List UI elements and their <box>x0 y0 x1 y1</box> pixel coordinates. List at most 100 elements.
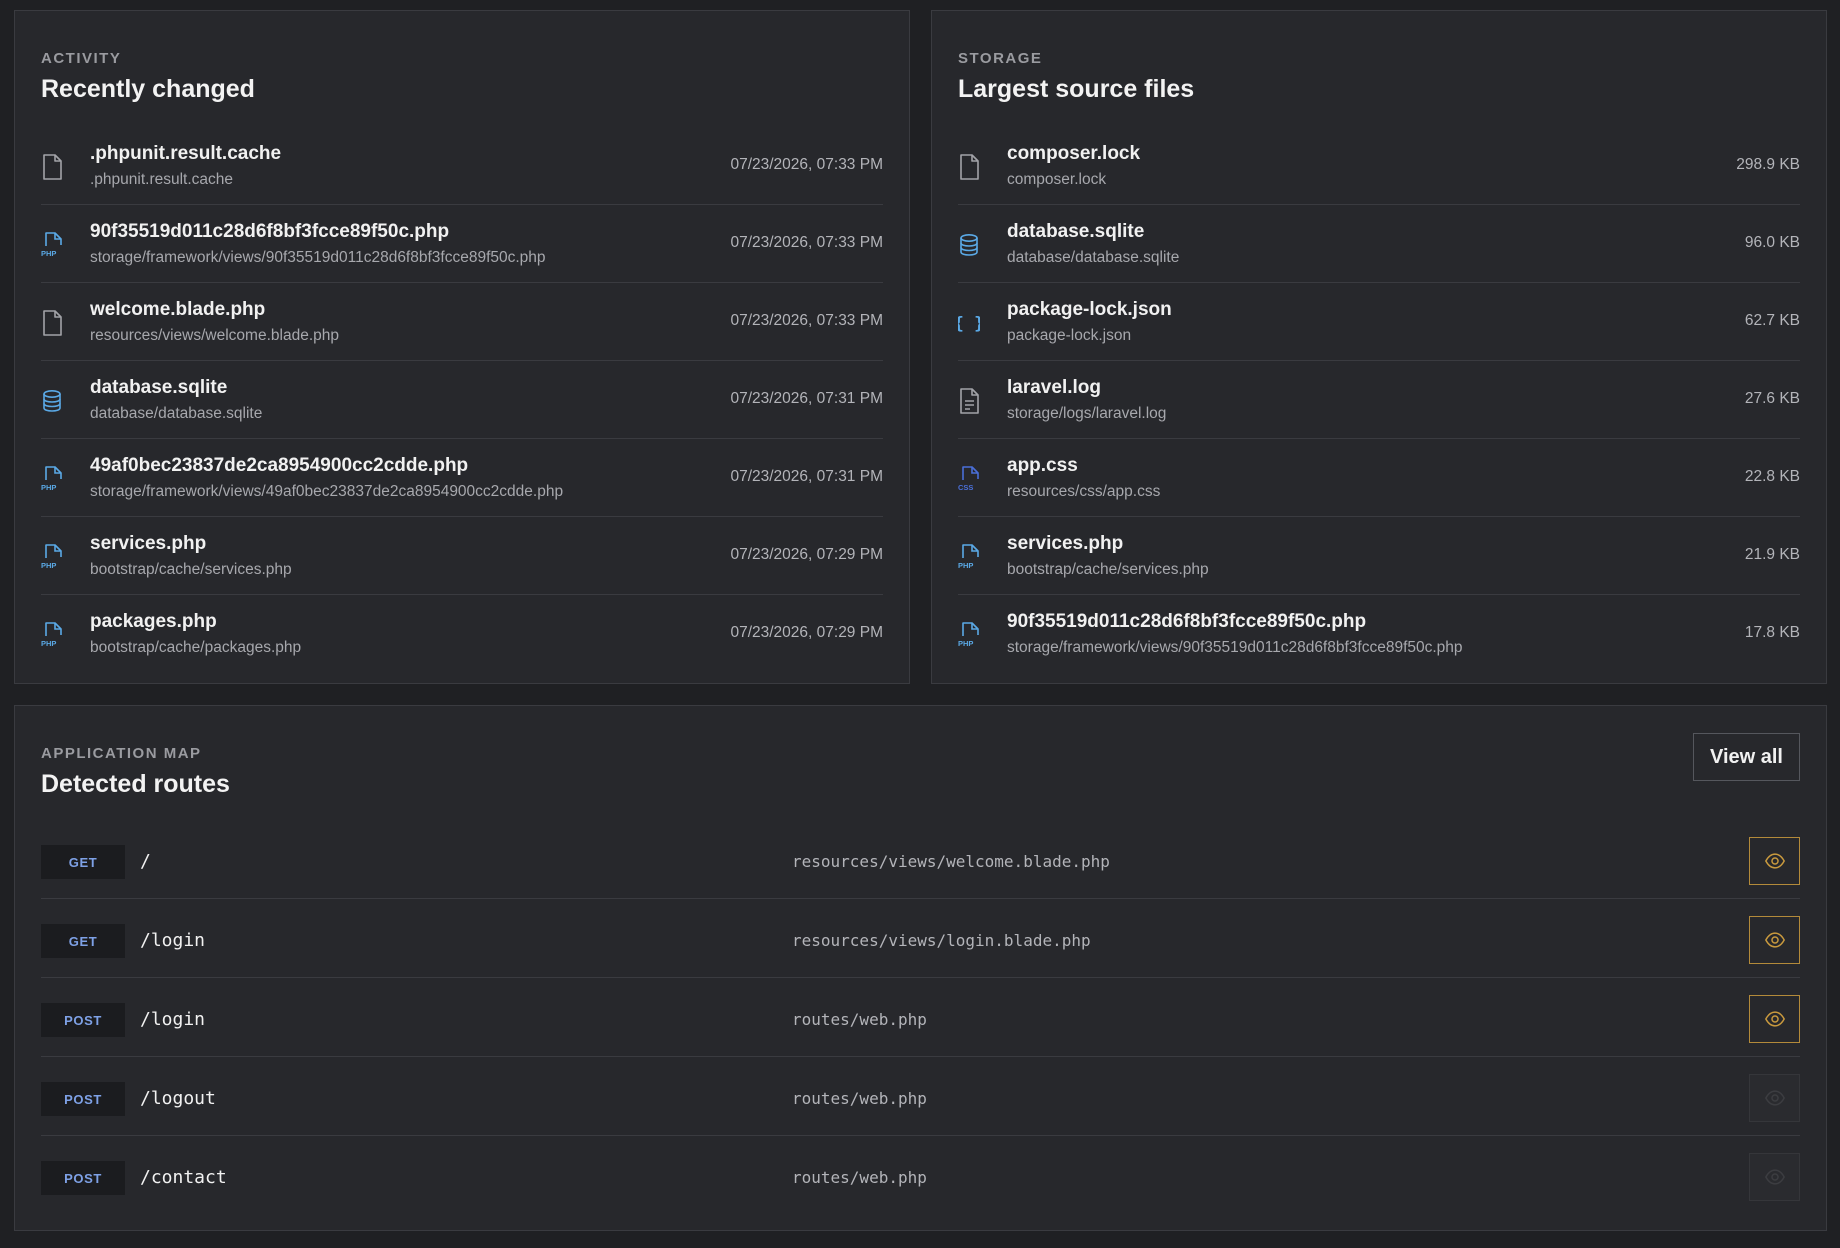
modified-timestamp: 07/23/2026, 07:31 PM <box>730 468 883 485</box>
view-all-button[interactable]: View all <box>1693 733 1800 781</box>
file-path: package-lock.json <box>1007 327 1132 344</box>
file-icon <box>41 310 63 336</box>
file-name: laravel.log <box>1007 377 1101 398</box>
file-row[interactable]: PHP 90f35519d011c28d6f8bf3fcce89f50c.php s… <box>41 205 883 283</box>
routes-list: GET / resources/views/welcome.blade.php GET… <box>41 820 1800 1226</box>
file-name: 90f35519d011c28d6f8bf3fcce89f50c.php <box>1007 611 1367 632</box>
file-size: 27.6 KB <box>1744 390 1800 407</box>
database-icon <box>41 388 63 414</box>
route-row: GET / resources/views/welcome.blade.php <box>41 820 1800 899</box>
route-source-file: resources/views/login.blade.php <box>792 931 1091 950</box>
modified-timestamp: 07/23/2026, 07:29 PM <box>730 546 883 563</box>
file-name: 90f35519d011c28d6f8bf3fcce89f50c.php <box>90 221 450 242</box>
icon-type-label: PHP <box>958 639 973 648</box>
icon-type-label: { } <box>958 314 980 334</box>
section-eyebrow: ACTIVITY <box>41 50 122 67</box>
modified-timestamp: 07/23/2026, 07:33 PM <box>730 156 883 173</box>
file-row[interactable]: .phpunit.result.cache .phpunit.result.cac… <box>41 127 883 205</box>
http-method-badge: GET <box>41 924 125 958</box>
file-path: composer.lock <box>1007 171 1107 188</box>
http-method-badge: GET <box>41 845 125 879</box>
file-name: 49af0bec23837de2ca8954900cc2cdde.php <box>90 455 469 476</box>
preview-route-button[interactable] <box>1749 1074 1800 1122</box>
file-row[interactable]: PHP services.php bootstrap/cache/services.… <box>958 517 1800 595</box>
file-path: database/database.sqlite <box>1007 249 1180 266</box>
file-row[interactable]: database.sqlite database/database.sqlite 9… <box>958 205 1800 283</box>
file-path: resources/views/welcome.blade.php <box>90 327 339 344</box>
file-path: storage/framework/views/49af0bec23837de2… <box>90 483 564 500</box>
file-name: database.sqlite <box>90 377 228 398</box>
file-row[interactable]: PHP 90f35519d011c28d6f8bf3fcce89f50c.php s… <box>958 595 1800 679</box>
php-file-icon: PHP <box>41 466 63 492</box>
recent-files-list: .phpunit.result.cache .phpunit.result.cac… <box>41 127 883 679</box>
route-path: /login <box>140 930 206 951</box>
section-title: Recently changed <box>41 75 255 103</box>
file-path: .phpunit.result.cache <box>90 171 234 188</box>
file-row[interactable]: composer.lock composer.lock 298.9 KB <box>958 127 1800 205</box>
route-path: /contact <box>140 1167 227 1188</box>
file-path: database/database.sqlite <box>90 405 263 422</box>
file-name: app.css <box>1007 455 1078 476</box>
eye-icon <box>1764 1087 1786 1109</box>
file-row[interactable]: { } package-lock.json package-lock.json 62.… <box>954 283 1800 361</box>
file-row[interactable]: laravel.log storage/logs/laravel.log 27.6 … <box>958 361 1800 439</box>
php-file-icon: PHP <box>41 232 63 258</box>
modified-timestamp: 07/23/2026, 07:31 PM <box>730 390 883 407</box>
file-size: 96.0 KB <box>1744 234 1800 251</box>
section-eyebrow: STORAGE <box>958 50 1043 67</box>
icon-type-label: PHP <box>41 249 56 258</box>
route-row: POST/logout routes/web.php <box>41 1057 1800 1136</box>
icon-type-label: PHP <box>41 561 56 570</box>
file-name: database.sqlite <box>1007 221 1145 242</box>
file-row[interactable]: CSS app.css resources/css/app.css 22.8 KB <box>958 439 1800 517</box>
modified-timestamp: 07/23/2026, 07:33 PM <box>730 312 883 329</box>
file-name: .phpunit.result.cache <box>90 143 282 164</box>
file-size: 21.9 KB <box>1744 546 1800 563</box>
preview-route-button[interactable] <box>1749 1153 1800 1201</box>
file-row[interactable]: PHP packages.php bootstrap/cache/packages.… <box>41 595 883 679</box>
icon-type-label: PHP <box>41 639 56 648</box>
icon-type-label: CSS <box>958 483 973 492</box>
file-size: 17.8 KB <box>1744 624 1800 641</box>
database-icon <box>958 232 980 258</box>
eye-icon <box>1764 1166 1786 1188</box>
preview-route-button[interactable] <box>1749 995 1800 1043</box>
modified-timestamp: 07/23/2026, 07:29 PM <box>730 624 883 641</box>
preview-route-button[interactable] <box>1749 916 1800 964</box>
file-size: 298.9 KB <box>1736 156 1800 173</box>
file-icon <box>958 154 980 180</box>
preview-route-button[interactable] <box>1749 837 1800 885</box>
text-file-icon <box>958 388 980 414</box>
http-method-badge: POST <box>41 1082 125 1116</box>
php-file-icon: PHP <box>41 544 63 570</box>
http-method-badge: POST <box>41 1003 125 1037</box>
file-path: storage/framework/views/90f35519d011c28d… <box>1007 639 1463 656</box>
file-row[interactable]: database.sqlite database/database.sqlite 0… <box>41 361 883 439</box>
file-path: storage/logs/laravel.log <box>1007 405 1167 422</box>
php-file-icon: PHP <box>958 544 980 570</box>
file-row[interactable]: welcome.blade.php resources/views/welcome… <box>41 283 883 361</box>
route-row: GET/login resources/views/login.blade.php <box>41 899 1800 978</box>
php-file-icon: PHP <box>958 622 980 648</box>
file-path: bootstrap/cache/services.php <box>90 561 292 578</box>
file-name: composer.lock <box>1007 143 1141 164</box>
recently-changed-panel: ACTIVITY Recently changed .phpunit.resul… <box>14 10 910 684</box>
route-source-file: routes/web.php <box>792 1089 927 1108</box>
file-row[interactable]: PHP 49af0bec23837de2ca8954900cc2cdde.php s… <box>41 439 883 517</box>
file-name: services.php <box>90 533 207 554</box>
file-path: bootstrap/cache/services.php <box>1007 561 1209 578</box>
file-name: services.php <box>1007 533 1124 554</box>
file-name: welcome.blade.php <box>90 299 266 320</box>
route-source-file: resources/views/welcome.blade.php <box>792 852 1110 871</box>
eye-icon <box>1764 929 1786 951</box>
css-file-icon: CSS <box>958 466 980 492</box>
file-path: resources/css/app.css <box>1007 483 1161 500</box>
file-row[interactable]: PHP services.php bootstrap/cache/services.… <box>41 517 883 595</box>
route-source-file: routes/web.php <box>792 1010 927 1029</box>
route-row: POST/login routes/web.php <box>41 978 1800 1057</box>
largest-files-panel: STORAGE Largest source files composer.lo… <box>931 10 1827 684</box>
file-size: 22.8 KB <box>1744 468 1800 485</box>
json-braces-icon: { } <box>954 310 985 336</box>
file-icon <box>41 154 63 180</box>
route-row: POST/contact routes/web.php <box>41 1136 1800 1226</box>
